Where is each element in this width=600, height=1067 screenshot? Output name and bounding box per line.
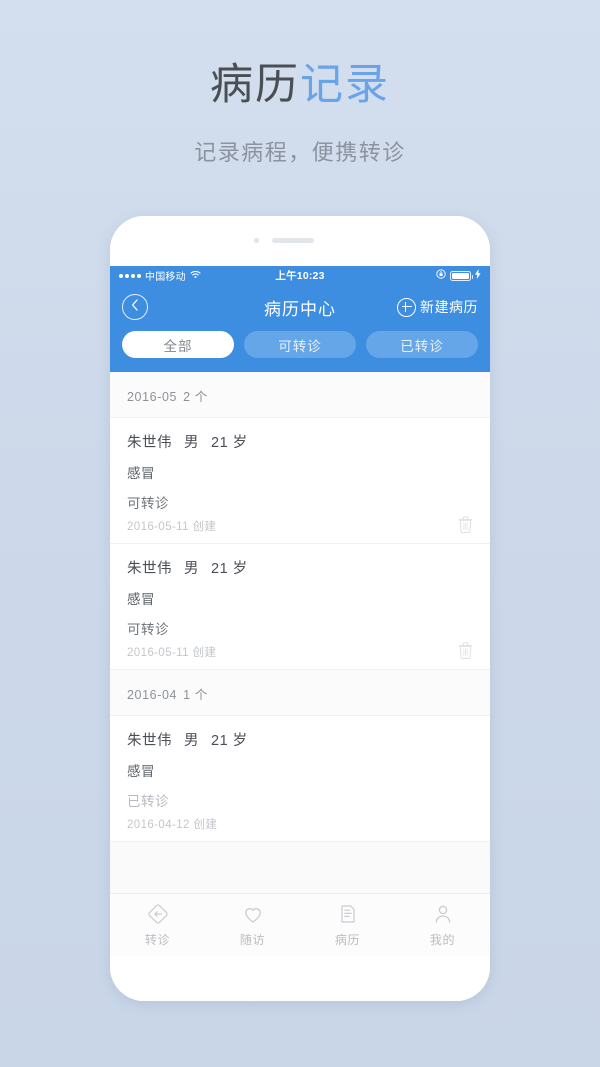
created-date: 2016-05-11 创建 xyxy=(127,647,217,659)
patient-name: 朱世伟 xyxy=(127,435,172,451)
record-row[interactable]: 朱世伟男 21 岁 感冒 可转诊 2016-05-11 创建 xyxy=(110,544,490,670)
record-row[interactable]: 朱世伟男 21 岁 感冒 可转诊 2016-05-11 创建 xyxy=(110,418,490,544)
patient-gender: 男 xyxy=(184,733,199,749)
segment-all-label: 全部 xyxy=(163,338,193,354)
status-bar-right xyxy=(325,269,481,282)
diagnosis: 感冒 xyxy=(127,764,155,779)
section-month: 2016-05 xyxy=(127,390,178,404)
patient-info: 朱世伟男 21 岁 xyxy=(127,557,473,578)
phone-mockup: 中国移动 上午10:23 病历中心 新建病历 全部 可转诊 已转诊 2016-0… xyxy=(110,216,490,1001)
section-count: 2 个 xyxy=(183,390,208,404)
page-title: 病历记录 xyxy=(0,61,600,109)
bottom-tab-bar: 转诊 随访 病历 我的 xyxy=(110,893,490,956)
patient-info: 朱世伟男 21 岁 xyxy=(127,729,473,750)
earpiece-speaker xyxy=(272,238,314,243)
patient-gender: 男 xyxy=(184,561,199,577)
tab-referral-label: 转诊 xyxy=(144,933,171,947)
page-title-accent: 记录 xyxy=(300,61,390,109)
chevron-left-icon xyxy=(131,298,139,316)
filter-segmented-control: 全部 可转诊 已转诊 xyxy=(110,329,490,358)
phone-screen: 中国移动 上午10:23 病历中心 新建病历 全部 可转诊 已转诊 2016-0… xyxy=(110,266,490,956)
tab-profile[interactable]: 我的 xyxy=(395,902,490,948)
segment-referable-label: 可转诊 xyxy=(278,338,322,354)
phone-top-bezel xyxy=(110,216,490,266)
tab-referral[interactable]: 转诊 xyxy=(110,902,205,948)
referral-diamond-icon xyxy=(146,902,170,926)
rotation-lock-icon xyxy=(436,269,446,282)
front-camera-icon xyxy=(254,238,259,243)
trash-icon[interactable] xyxy=(458,516,473,533)
patient-name: 朱世伟 xyxy=(127,561,172,577)
trash-icon[interactable] xyxy=(458,642,473,659)
phone-bottom-bezel xyxy=(110,956,490,1001)
status-badge: 可转诊 xyxy=(127,496,169,511)
battery-icon xyxy=(450,270,474,281)
status-badge: 已转诊 xyxy=(127,794,169,809)
heart-icon xyxy=(241,902,265,926)
tab-followup-label: 随访 xyxy=(239,933,266,947)
record-row[interactable]: 朱世伟男 21 岁 感冒 已转诊 2016-04-12 创建 xyxy=(110,716,490,842)
page-title-dark: 病历 xyxy=(210,61,300,109)
diagnosis: 感冒 xyxy=(127,592,155,607)
lightning-bolt-icon xyxy=(475,269,481,282)
section-header: 2016-05 2 个 xyxy=(110,372,490,418)
segment-all[interactable]: 全部 xyxy=(122,331,234,358)
wifi-icon xyxy=(190,270,201,282)
segment-referred-label: 已转诊 xyxy=(400,338,444,354)
document-icon xyxy=(336,902,360,926)
tab-records[interactable]: 病历 xyxy=(300,902,395,948)
new-record-label: 新建病历 xyxy=(420,299,478,315)
tab-followup[interactable]: 随访 xyxy=(205,902,300,948)
page-subtitle: 记录病程，便携转诊 xyxy=(194,140,406,166)
app-header: 中国移动 上午10:23 病历中心 新建病历 全部 可转诊 已转诊 xyxy=(110,266,490,372)
diagnosis: 感冒 xyxy=(127,466,155,481)
navigation-bar: 病历中心 新建病历 xyxy=(110,285,490,329)
patient-age: 21 岁 xyxy=(211,435,248,451)
patient-info: 朱世伟男 21 岁 xyxy=(127,431,473,452)
back-button[interactable] xyxy=(122,294,148,320)
promo-header: 病历记录 记录病程，便携转诊 xyxy=(0,0,600,167)
carrier-label: 中国移动 xyxy=(145,272,186,283)
signal-strength-icon xyxy=(119,273,141,278)
status-bar: 中国移动 上午10:23 xyxy=(110,266,490,285)
person-icon xyxy=(431,902,455,926)
created-date: 2016-04-12 创建 xyxy=(127,819,218,831)
record-list[interactable]: 2016-05 2 个 朱世伟男 21 岁 感冒 可转诊 2016-05-11 创建 xyxy=(110,372,490,893)
patient-age: 21 岁 xyxy=(211,561,248,577)
section-count: 1 个 xyxy=(183,688,208,702)
patient-gender: 男 xyxy=(184,435,199,451)
status-bar-left: 中国移动 xyxy=(119,268,275,283)
patient-name: 朱世伟 xyxy=(127,733,172,749)
segment-referable[interactable]: 可转诊 xyxy=(244,331,356,358)
tab-profile-label: 我的 xyxy=(429,933,456,947)
patient-age: 21 岁 xyxy=(211,733,248,749)
plus-circle-icon xyxy=(397,297,416,317)
section-header: 2016-04 1 个 xyxy=(110,670,490,716)
status-badge: 可转诊 xyxy=(127,622,169,637)
new-record-button[interactable]: 新建病历 xyxy=(397,297,478,317)
segment-referred[interactable]: 已转诊 xyxy=(366,331,478,358)
section-month: 2016-04 xyxy=(127,688,178,702)
clock-label: 上午10:23 xyxy=(275,270,325,282)
tab-records-label: 病历 xyxy=(334,933,361,947)
created-date: 2016-05-11 创建 xyxy=(127,521,217,533)
